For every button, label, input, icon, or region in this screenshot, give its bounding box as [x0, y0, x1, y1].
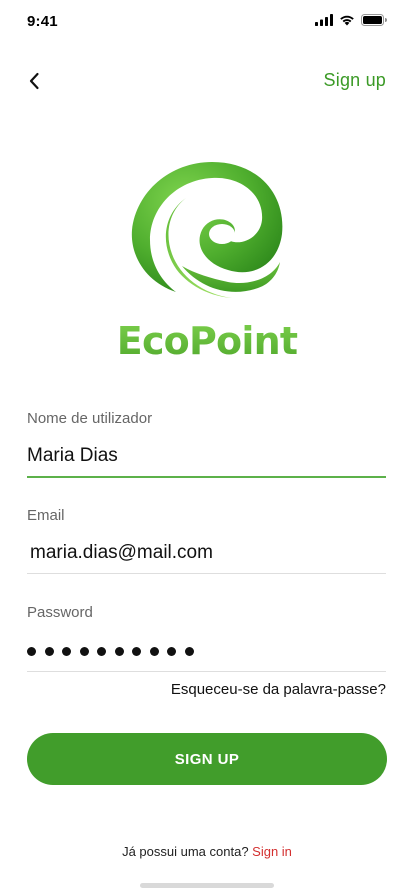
- back-button[interactable]: [22, 68, 46, 94]
- password-input[interactable]: [27, 638, 386, 664]
- chevron-left-icon: [29, 72, 39, 90]
- sign-in-link[interactable]: Sign in: [252, 844, 292, 859]
- username-input[interactable]: Maria Dias: [27, 443, 386, 469]
- username-field[interactable]: Nome de utilizador Maria Dias: [27, 409, 386, 478]
- email-input[interactable]: maria.dias@mail.com: [27, 540, 386, 566]
- signal-icon: [315, 14, 333, 26]
- status-icons: [315, 14, 387, 26]
- email-label: Email: [27, 507, 65, 524]
- forgot-password-link[interactable]: Esqueceu-se da palavra-passe?: [171, 681, 386, 698]
- password-dot: [167, 646, 176, 656]
- status-time: 9:41: [27, 13, 58, 30]
- password-underline: [27, 671, 386, 672]
- wifi-icon: [340, 15, 354, 26]
- password-dot: [184, 646, 194, 656]
- signup-link[interactable]: Sign up: [324, 70, 386, 91]
- password-label: Password: [27, 604, 93, 621]
- password-dot: [79, 646, 89, 656]
- ecopoint-logo-icon: [131, 162, 283, 298]
- status-bar: 9:41: [0, 0, 414, 44]
- password-dot: [44, 646, 54, 656]
- password-dot: [114, 646, 124, 656]
- footer: Já possui uma conta? Sign in: [0, 844, 414, 859]
- email-field[interactable]: Email maria.dias@mail.com: [27, 506, 386, 574]
- username-underline: [27, 476, 386, 478]
- home-indicator: [140, 883, 274, 888]
- password-field[interactable]: Password: [27, 603, 386, 672]
- logo-wordmark: EcoPoint: [0, 318, 414, 364]
- footer-prompt: Já possui uma conta?: [122, 844, 253, 859]
- password-dot: [62, 646, 71, 656]
- password-dot: [132, 646, 141, 656]
- password-dot: [27, 646, 36, 656]
- password-dot: [97, 646, 106, 656]
- username-label: Nome de utilizador: [27, 410, 153, 427]
- sign-up-button[interactable]: SIGN UP: [27, 733, 387, 785]
- password-dot: [149, 646, 159, 656]
- email-underline: [27, 573, 386, 574]
- battery-icon: [361, 14, 387, 26]
